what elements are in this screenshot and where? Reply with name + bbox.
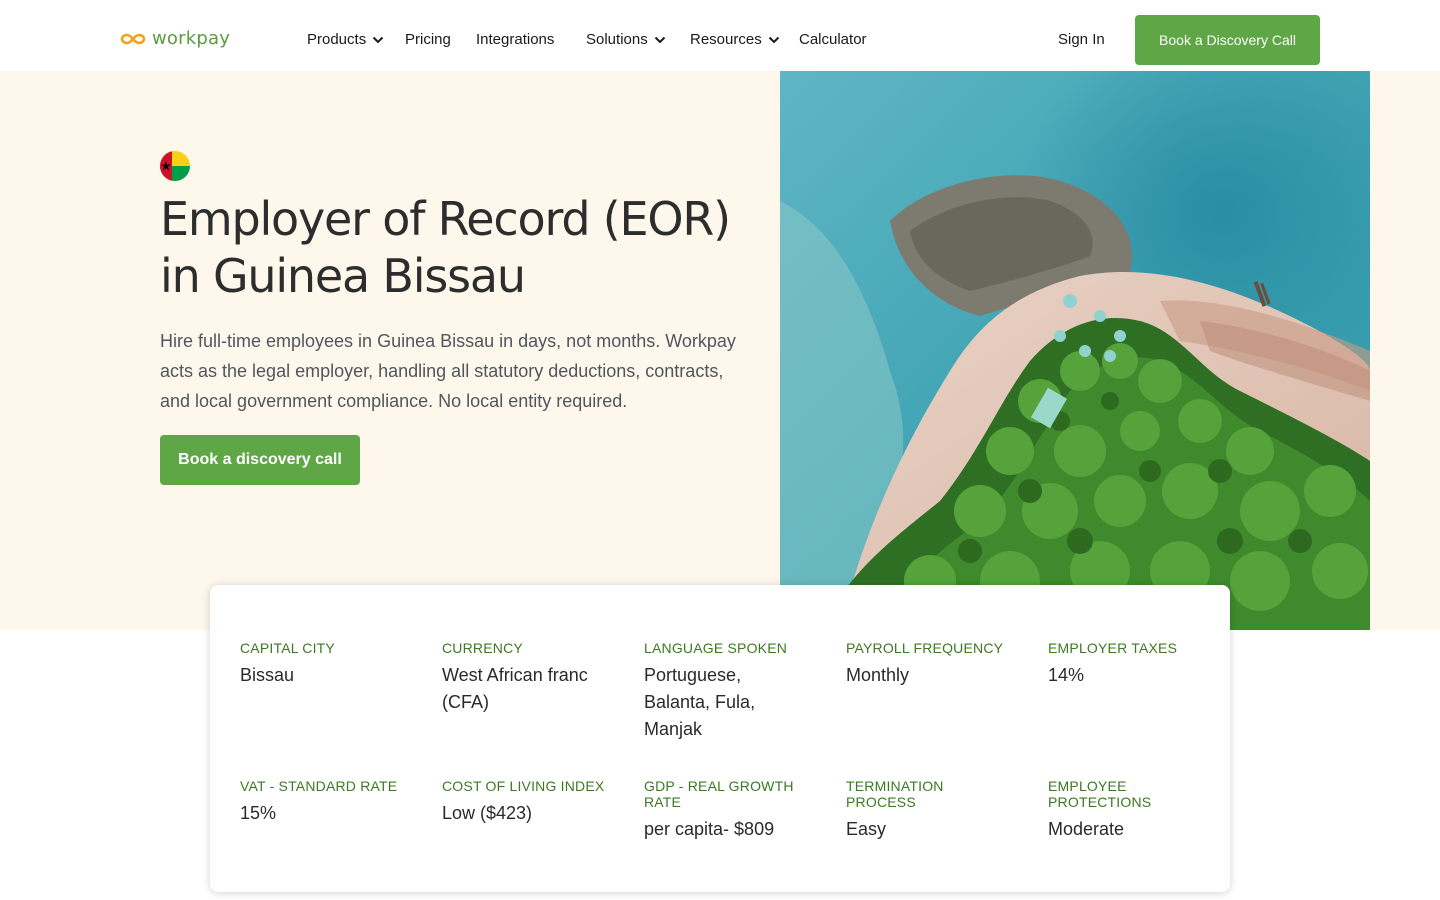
fact-currency: CURRENCY West African franc (CFA) bbox=[442, 640, 592, 716]
fact-value: per capita- $809 bbox=[644, 819, 775, 839]
nav-pricing[interactable]: Pricing bbox=[405, 31, 451, 48]
fact-label: PAYROLL FREQUENCY bbox=[846, 640, 1004, 656]
fact-label: COST OF LIVING INDEX bbox=[442, 778, 605, 794]
country-facts-card: CAPITAL CITY Bissau CURRENCY West Africa… bbox=[210, 585, 1230, 892]
nav-label: Resources bbox=[690, 31, 762, 48]
nav-label: Solutions bbox=[586, 31, 648, 48]
fact-value: West African franc (CFA) bbox=[442, 665, 588, 712]
book-discovery-call-button[interactable]: Book a Discovery Call bbox=[1135, 15, 1320, 65]
fact-value: Low ($423) bbox=[442, 803, 533, 823]
guinea-bissau-flag-icon bbox=[160, 151, 190, 181]
infinity-logo-icon bbox=[120, 33, 146, 44]
aerial-coastline-image bbox=[780, 71, 1370, 630]
page-title: Employer of Record (EOR) in Guinea Bissa… bbox=[160, 192, 731, 303]
nav-integrations[interactable]: Integrations bbox=[476, 31, 554, 48]
fact-vat-standard-rate: VAT - STANDARD RATE 15% bbox=[240, 778, 410, 827]
fact-cost-of-living-index: COST OF LIVING INDEX Low ($423) bbox=[442, 778, 612, 827]
fact-language-spoken: LANGUAGE SPOKEN Portuguese, Balanta, Ful… bbox=[644, 640, 794, 743]
fact-label: LANGUAGE SPOKEN bbox=[644, 640, 788, 656]
fact-label: TERMINATION PROCESS bbox=[846, 778, 944, 810]
workpay-logo[interactable]: workpay bbox=[120, 28, 230, 49]
site-header: workpay Products Pricing Integrations So… bbox=[0, 0, 1440, 71]
fact-gdp-real-growth-rate: GDP - REAL GROWTH RATE per capita- $809 bbox=[644, 778, 804, 843]
chevron-down-icon bbox=[372, 36, 384, 43]
nav-label: Pricing bbox=[405, 31, 451, 48]
fact-label: EMPLOYEE PROTECTIONS bbox=[1048, 778, 1152, 810]
chevron-down-icon bbox=[768, 36, 779, 43]
fact-value: Bissau bbox=[240, 665, 295, 685]
fact-value: 15% bbox=[240, 803, 277, 823]
fact-label: CAPITAL CITY bbox=[240, 640, 335, 656]
sign-in-link[interactable]: Sign In bbox=[1058, 31, 1105, 48]
logo-text: workpay bbox=[152, 28, 231, 49]
fact-value: Monthly bbox=[846, 665, 910, 685]
chevron-down-icon bbox=[654, 36, 665, 43]
fact-capital-city: CAPITAL CITY Bissau bbox=[240, 640, 410, 689]
nav-calculator[interactable]: Calculator bbox=[799, 31, 867, 48]
fact-value: Moderate bbox=[1048, 819, 1125, 839]
fact-termination-process: TERMINATION PROCESS Easy bbox=[846, 778, 1016, 843]
hero-description: Hire full-time employees in Guinea Bissa… bbox=[160, 331, 736, 411]
fact-value: Portuguese, Balanta, Fula, Manjak bbox=[644, 665, 756, 739]
fact-employee-protections: EMPLOYEE PROTECTIONS Moderate bbox=[1048, 778, 1188, 843]
nav-label: Integrations bbox=[476, 31, 555, 48]
nav-label: Calculator bbox=[799, 31, 867, 48]
fact-value: 14% bbox=[1048, 665, 1085, 685]
nav-resources[interactable]: Resources bbox=[690, 31, 780, 48]
nav-solutions[interactable]: Solutions bbox=[586, 31, 666, 48]
page: workpay Products Pricing Integrations So… bbox=[0, 0, 1440, 900]
fact-label: VAT - STANDARD RATE bbox=[240, 778, 398, 794]
fact-label: CURRENCY bbox=[442, 640, 523, 656]
fact-label: GDP - REAL GROWTH RATE bbox=[644, 778, 794, 810]
nav-label: Products bbox=[307, 31, 367, 48]
fact-label: EMPLOYER TAXES bbox=[1048, 640, 1178, 656]
fact-value: Easy bbox=[846, 819, 887, 839]
fact-employer-taxes: EMPLOYER TAXES 14% bbox=[1048, 640, 1218, 689]
book-discovery-call-hero-button[interactable]: Book a discovery call bbox=[160, 435, 360, 485]
fact-payroll-frequency: PAYROLL FREQUENCY Monthly bbox=[846, 640, 1016, 689]
nav-products[interactable]: Products bbox=[307, 31, 384, 48]
